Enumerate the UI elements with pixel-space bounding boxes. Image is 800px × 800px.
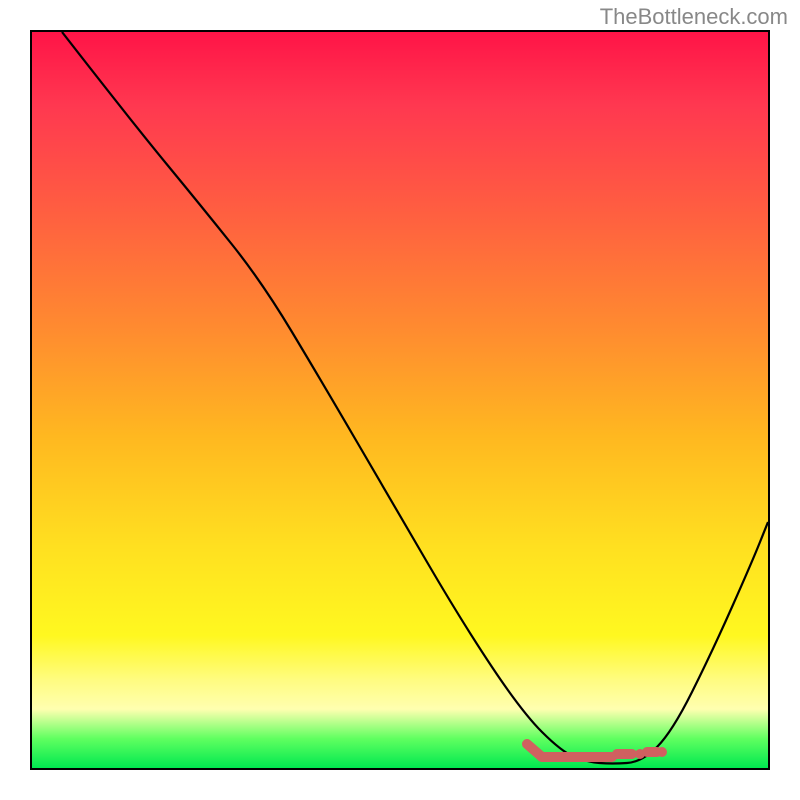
watermark-text: TheBottleneck.com xyxy=(600,4,788,30)
chart-overlay xyxy=(32,32,768,768)
curve-line xyxy=(62,32,768,764)
chart-plot-area xyxy=(30,30,770,770)
chart-container: TheBottleneck.com xyxy=(0,0,800,800)
bottom-markers xyxy=(527,744,667,759)
